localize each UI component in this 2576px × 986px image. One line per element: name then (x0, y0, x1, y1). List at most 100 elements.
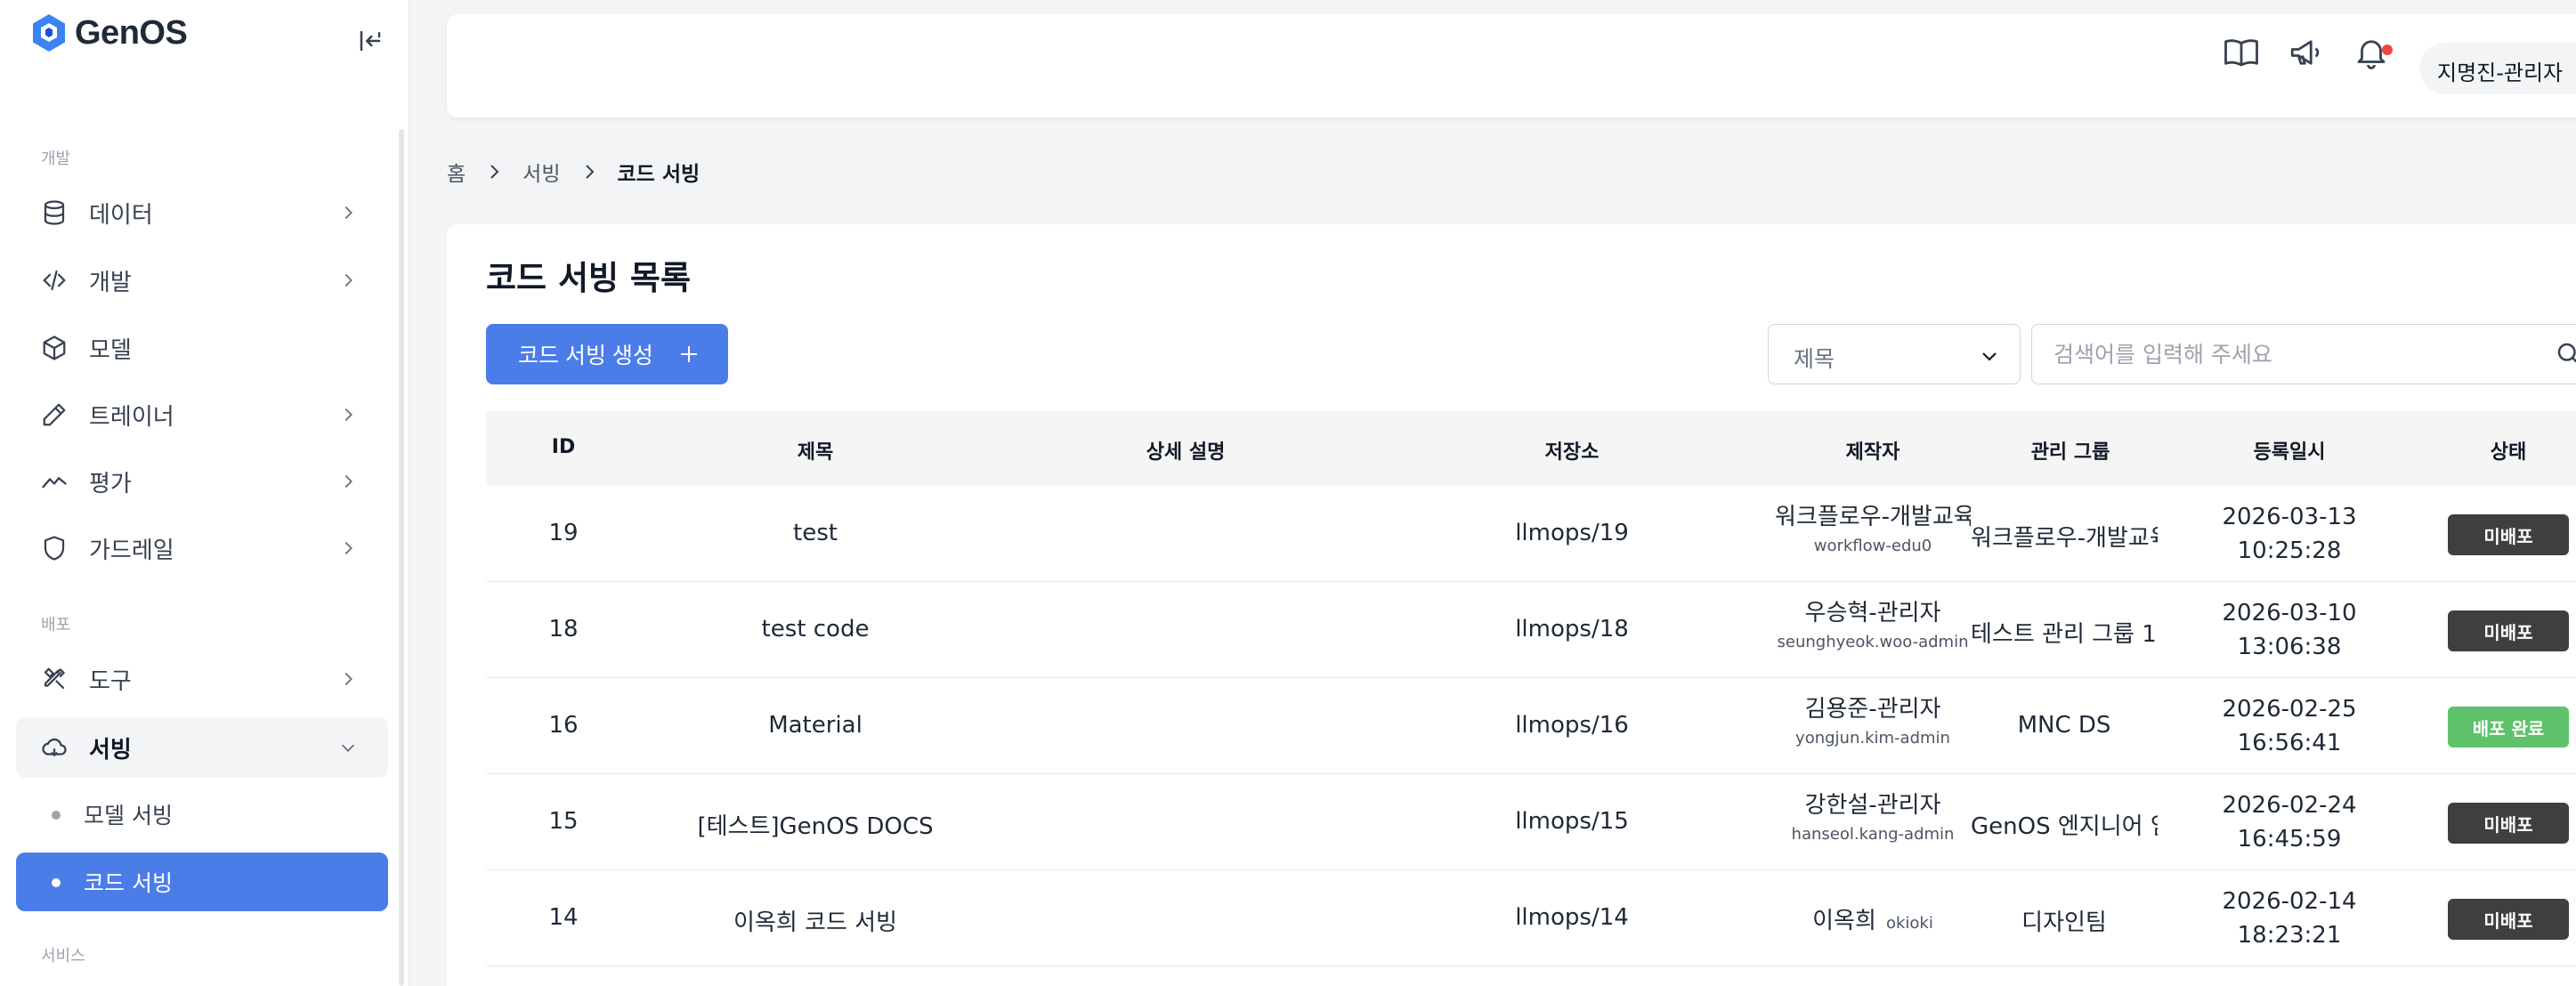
sidebar-item-label: 도구 (89, 667, 132, 695)
table-row[interactable]: 19 test llmops/19 워크플로우-개발교육계정 workflow-… (486, 486, 2576, 582)
cell-repository: llmops/18 (1515, 616, 1629, 643)
tools-icon (44, 667, 65, 690)
cell-id: 16 (548, 712, 579, 739)
logo[interactable]: GenOS (30, 12, 188, 53)
chevron-right-icon (344, 408, 352, 422)
creator-name: 강한설-관리자 (1804, 792, 1941, 819)
creator-id: workflow-edu0 (1813, 537, 1932, 555)
collapse-sidebar-icon (360, 30, 381, 52)
cell-group: 워크플로우-개발교육 (1971, 525, 2158, 552)
sidebar-collapse-button[interactable] (352, 23, 388, 59)
sidebar-item-tool[interactable]: 도구 (16, 649, 388, 709)
table-row[interactable]: 15 [테스트]GenOS DOCS llmops/15 강한설-관리자 han… (486, 774, 2576, 870)
search-icon[interactable] (2555, 340, 2576, 367)
sidebar-subitem-model-serving[interactable]: 모델 서빙 (16, 785, 388, 844)
column-header-id[interactable]: ID (552, 436, 575, 458)
sidebar-item-label: 개발 (89, 269, 132, 296)
cell-repository: llmops/14 (1515, 904, 1629, 931)
column-header-title[interactable]: 제목 (798, 436, 833, 465)
sidebar-item-eval[interactable]: 평가 (16, 451, 388, 512)
sidebar-subitem-code-serving[interactable]: 코드 서빙 (16, 853, 388, 911)
chevron-right-icon (585, 165, 594, 179)
logo-text: GenOS (75, 13, 188, 52)
breadcrumb-parent[interactable]: 서빙 (522, 157, 560, 187)
creator-name: 워크플로우-개발교육계정 (1775, 504, 1971, 530)
table-row[interactable]: 16 Material llmops/16 김용준-관리자 yongjun.ki… (486, 678, 2576, 774)
create-code-serving-button[interactable]: 코드 서빙 생성 (486, 324, 728, 384)
cell-creator: 강한설-관리자 hanseol.kang-admin (1775, 787, 1971, 844)
cell-title: test (793, 520, 838, 546)
sidebar-item-label: 서빙 (89, 736, 132, 764)
status-badge: 배포 완료 (2448, 707, 2569, 748)
cell-registered: 2026-02-25 16:56:41 (2222, 696, 2357, 756)
cell-group: GenOS 엔지니어 임시 그룹 (1971, 813, 2158, 840)
user-name: 지명진-관리자 (2437, 61, 2564, 85)
cell-title: 이옥희 코드 서빙 (733, 909, 897, 936)
sidebar-item-develop[interactable]: 개발 (16, 250, 388, 311)
status-badge: 미배포 (2448, 610, 2569, 651)
creator-name: 김용준-관리자 (1804, 696, 1941, 723)
cell-id: 19 (548, 520, 579, 546)
notification-dot (2382, 44, 2393, 55)
sidebar-item-label: 가드레일 (89, 537, 174, 564)
search-filter-select[interactable]: 제목 (1768, 324, 2021, 384)
cell-repository: llmops/16 (1515, 712, 1629, 739)
cloud-icon (42, 738, 67, 756)
chevron-right-icon (344, 672, 352, 686)
book-icon[interactable] (2223, 34, 2260, 71)
sidebar-scrollbar[interactable] (399, 129, 404, 986)
column-header-creator[interactable]: 제작자 (1846, 436, 1900, 465)
plus-icon (681, 346, 697, 362)
sidebar-subitem-label: 코드 서빙 (84, 870, 173, 896)
column-header-group[interactable]: 관리 그룹 (2031, 436, 2110, 465)
column-header-description[interactable]: 상세 설명 (1146, 436, 1226, 465)
genos-logo-icon (33, 14, 65, 52)
sidebar-item-label: 모델 (89, 336, 132, 364)
sidebar-item-label: 데이터 (89, 201, 153, 229)
cell-repository: llmops/19 (1515, 520, 1629, 546)
cell-creator: 워크플로우-개발교육계정 workflow-edu0 (1775, 498, 1971, 555)
cell-group: MNC DS (2017, 712, 2111, 739)
filter-selected-value: 제목 (1794, 346, 1835, 372)
section-label-deploy: 배포 (41, 616, 71, 634)
sidebar-item-trainer[interactable]: 트레이너 (16, 384, 388, 445)
sidebar-item-serving[interactable]: 서빙 (16, 717, 388, 778)
code-icon (43, 270, 66, 291)
section-label-service: 서비스 (41, 947, 85, 966)
table-row[interactable]: 14 이옥희 코드 서빙 llmops/14 이옥희 okioki 디자인팀 2… (486, 870, 2576, 966)
database-icon (44, 200, 65, 225)
column-header-status[interactable]: 상태 (2491, 436, 2526, 465)
sidebar-item-label: 트레이너 (89, 403, 174, 431)
sidebar-item-data[interactable]: 데이터 (16, 182, 388, 243)
user-menu[interactable]: 지명진-관리자 (2419, 43, 2576, 94)
breadcrumb-current: 코드 서빙 (617, 163, 701, 186)
shield-icon (44, 536, 65, 561)
cell-id: 18 (548, 616, 579, 643)
bullet-icon (52, 811, 61, 820)
chevron-right-icon (344, 206, 352, 220)
sidebar-item-model[interactable]: 모델 (16, 318, 388, 378)
cell-creator: 우승혁-관리자 seunghyeok.woo-admin (1775, 594, 1971, 651)
megaphone-icon[interactable] (2288, 34, 2325, 71)
column-header-repository[interactable]: 저장소 (1545, 436, 1600, 465)
cell-repository: llmops/15 (1515, 808, 1629, 835)
breadcrumb-home[interactable]: 홈 (447, 157, 466, 187)
creator-id: hanseol.kang-admin (1791, 825, 1955, 844)
sidebar-item-guardrail[interactable]: 가드레일 (16, 518, 388, 578)
cell-creator: 이옥희 okioki (1775, 902, 1971, 935)
creator-id: okioki (1885, 914, 1933, 933)
sidebar-subitem-label: 모델 서빙 (84, 803, 173, 828)
create-button-label: 코드 서빙 생성 (518, 343, 653, 368)
cell-title: Material (768, 712, 863, 739)
creator-id: yongjun.kim-admin (1795, 729, 1950, 748)
cell-creator: 김용준-관리자 yongjun.kim-admin (1775, 691, 1971, 748)
cube-icon (43, 335, 66, 360)
sidebar-item-label: 평가 (89, 470, 132, 497)
page-title: 코드 서빙 목록 (486, 259, 692, 297)
chevron-right-icon (344, 273, 352, 287)
creator-id: seunghyeok.woo-admin (1777, 633, 1969, 651)
table-row[interactable]: 18 test code llmops/18 우승혁-관리자 seunghyeo… (486, 582, 2576, 678)
search-input[interactable] (2031, 324, 2576, 384)
column-header-registered[interactable]: 등록일시 (2254, 436, 2326, 465)
breadcrumb: 홈 서빙 코드 서빙 (447, 157, 700, 187)
